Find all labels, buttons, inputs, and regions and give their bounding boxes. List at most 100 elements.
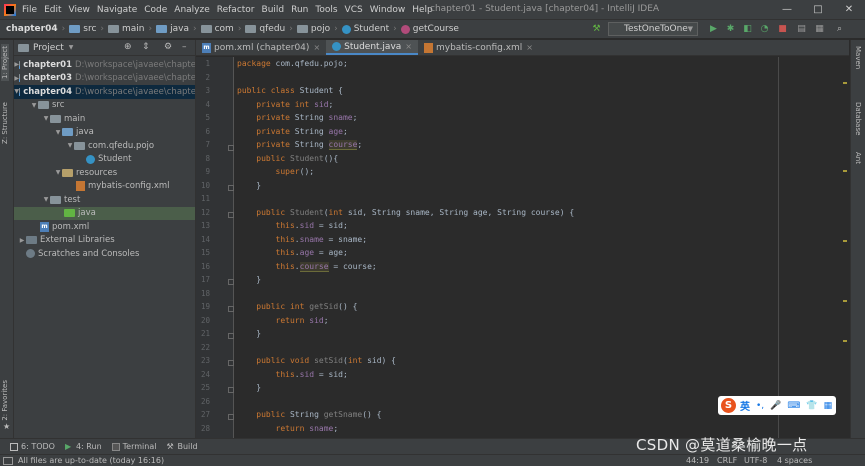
crumb-main[interactable]: main bbox=[108, 24, 145, 34]
layout-icon[interactable]: ▦ bbox=[814, 24, 825, 35]
chevron-down-icon[interactable]: ▼ bbox=[42, 115, 50, 122]
error-stripe-mark[interactable] bbox=[843, 240, 847, 242]
tab-student-java[interactable]: Student.java × bbox=[326, 40, 418, 55]
fold-marker-icon[interactable] bbox=[228, 306, 234, 312]
maximize-button[interactable]: □ bbox=[804, 2, 832, 18]
fold-marker-icon[interactable] bbox=[228, 333, 234, 339]
tab-mybatis-config[interactable]: mybatis-config.xml × bbox=[418, 40, 539, 55]
error-stripe-mark[interactable] bbox=[843, 300, 847, 302]
tree-item-student[interactable]: Student bbox=[14, 153, 195, 167]
crumb-student[interactable]: Student bbox=[341, 24, 389, 34]
fold-marker-icon[interactable] bbox=[228, 185, 234, 191]
menu-analyze[interactable]: Analyze bbox=[174, 5, 209, 15]
chevron-right-icon[interactable]: ▶ bbox=[18, 237, 26, 244]
tab-todo[interactable]: 6: TODO bbox=[10, 442, 55, 451]
locate-icon[interactable]: ⊕ bbox=[124, 42, 132, 52]
tab-terminal[interactable]: Terminal bbox=[111, 442, 156, 451]
fold-marker-icon[interactable] bbox=[228, 145, 234, 151]
crumb-com[interactable]: com bbox=[200, 24, 234, 34]
menu-navigate[interactable]: Navigate bbox=[97, 5, 137, 15]
fold-marker-icon[interactable] bbox=[228, 212, 234, 218]
microphone-icon[interactable]: 🎤 bbox=[770, 401, 781, 411]
collapse-all-icon[interactable]: ⇕ bbox=[142, 42, 150, 52]
tab-run[interactable]: ▶ 4: Run bbox=[65, 442, 102, 451]
tree-item-mybatis-config[interactable]: mybatis-config.xml bbox=[14, 180, 195, 194]
fold-marker-icon[interactable] bbox=[228, 387, 234, 393]
crumb-src[interactable]: src bbox=[69, 24, 96, 34]
tree-item-src[interactable]: ▼ src bbox=[14, 99, 195, 113]
tab-build[interactable]: ⚒ Build bbox=[166, 442, 197, 451]
close-icon[interactable]: × bbox=[313, 43, 320, 52]
chevron-down-icon[interactable]: ▼ bbox=[54, 129, 62, 136]
tree-item-scratches[interactable]: Scratches and Consoles bbox=[14, 247, 195, 261]
tree-item-external-libraries[interactable]: ▶ External Libraries bbox=[14, 234, 195, 248]
tree-item-main[interactable]: ▼ main bbox=[14, 112, 195, 126]
tree-item-test-java[interactable]: java bbox=[14, 206, 195, 220]
caret-position[interactable]: 44:19 bbox=[686, 456, 709, 465]
toolbox-icon[interactable]: ▦ bbox=[824, 401, 833, 411]
indent-setting[interactable]: 4 spaces bbox=[777, 456, 812, 465]
punctuation-icon[interactable]: •, bbox=[756, 401, 764, 411]
menu-tools[interactable]: Tools bbox=[315, 5, 337, 15]
tree-item-chapter04[interactable]: ▼ chapter04 D:\workspace\javaee\chapte bbox=[14, 85, 195, 99]
tree-item-package[interactable]: ▼ com.qfedu.pojo bbox=[14, 139, 195, 153]
chevron-down-icon[interactable]: ▼ bbox=[66, 142, 74, 149]
file-encoding[interactable]: UTF-8 bbox=[744, 456, 767, 465]
close-icon[interactable]: × bbox=[526, 43, 533, 52]
chevron-down-icon[interactable]: ▼ bbox=[54, 169, 62, 176]
menu-file[interactable]: File bbox=[22, 5, 37, 15]
menu-window[interactable]: Window bbox=[370, 5, 406, 15]
stop-icon[interactable]: ■ bbox=[777, 24, 788, 35]
coverage-icon[interactable]: ◧ bbox=[742, 24, 753, 35]
crumb-java[interactable]: java bbox=[156, 24, 189, 34]
hide-panel-icon[interactable]: – bbox=[182, 42, 187, 52]
debug-icon[interactable]: ✱ bbox=[725, 24, 736, 35]
crumb-method[interactable]: getCourse bbox=[400, 24, 459, 34]
tab-pom-xml[interactable]: m pom.xml (chapter04) × bbox=[196, 40, 326, 55]
menu-run[interactable]: Run bbox=[291, 5, 308, 15]
skin-icon[interactable]: 👕 bbox=[806, 401, 817, 411]
tab-database[interactable]: Database bbox=[854, 102, 862, 135]
close-button[interactable]: ✕ bbox=[835, 2, 863, 18]
menu-view[interactable]: View bbox=[69, 5, 90, 15]
crumb-qfedu[interactable]: qfedu bbox=[245, 24, 285, 34]
tree-item-java[interactable]: ▼ java bbox=[14, 126, 195, 140]
profile-icon[interactable]: ◔ bbox=[759, 24, 770, 35]
search-icon[interactable]: ⌕ bbox=[834, 24, 845, 35]
fold-marker-icon[interactable] bbox=[228, 360, 234, 366]
error-stripe-mark[interactable] bbox=[843, 340, 847, 342]
error-stripe-mark[interactable] bbox=[843, 82, 847, 84]
menu-code[interactable]: Code bbox=[144, 5, 167, 15]
tab-favorites-tool[interactable]: 2: Favorites bbox=[1, 380, 9, 421]
tab-project-tool[interactable]: 1: Project bbox=[1, 44, 9, 81]
fold-marker-icon[interactable] bbox=[228, 279, 234, 285]
tree-item-test[interactable]: ▼ test bbox=[14, 193, 195, 207]
tab-structure-tool[interactable]: Z: Structure bbox=[1, 102, 9, 144]
project-structure-icon[interactable]: ▤ bbox=[796, 24, 807, 35]
tab-ant[interactable]: Ant bbox=[854, 152, 862, 164]
menu-edit[interactable]: Edit bbox=[44, 5, 61, 15]
line-separator[interactable]: CRLF bbox=[717, 456, 737, 465]
run-config-select[interactable]: TestOneToOne ▼ bbox=[608, 22, 698, 36]
run-icon[interactable]: ▶ bbox=[708, 24, 719, 35]
ime-mode[interactable]: 英 bbox=[740, 398, 750, 413]
gear-icon[interactable]: ⚙ bbox=[164, 42, 172, 52]
chevron-down-icon[interactable]: ▼ bbox=[69, 44, 74, 51]
fold-marker-icon[interactable] bbox=[228, 414, 234, 420]
crumb-project[interactable]: chapter04 bbox=[6, 24, 58, 34]
minimize-button[interactable]: — bbox=[773, 2, 801, 18]
menu-refactor[interactable]: Refactor bbox=[217, 5, 255, 15]
crumb-pojo[interactable]: pojo bbox=[296, 24, 330, 34]
toggle-tool-windows-icon[interactable] bbox=[3, 457, 13, 465]
chevron-down-icon[interactable]: ▼ bbox=[42, 196, 50, 203]
sogou-logo-icon[interactable]: S bbox=[721, 398, 736, 413]
build-hammer-icon[interactable]: ⚒ bbox=[591, 24, 602, 35]
tree-item-resources[interactable]: ▼ resources bbox=[14, 166, 195, 180]
tree-item-chapter03[interactable]: ▶ chapter03 D:\workspace\javaee\chapte bbox=[14, 72, 195, 86]
chevron-down-icon[interactable]: ▼ bbox=[30, 102, 38, 109]
code-editor[interactable]: 1 2 3 4 5 6 7 8 9 10 11 12 13 14 15 16 17 18 19 20 21 22 23 24 2… bbox=[196, 57, 849, 438]
tree-item-chapter01[interactable]: ▶ chapter01 D:\workspace\javaee\chapte bbox=[14, 58, 195, 72]
menu-vcs[interactable]: VCS bbox=[345, 5, 363, 15]
menu-build[interactable]: Build bbox=[262, 5, 285, 15]
tree-item-pom[interactable]: m pom.xml bbox=[14, 220, 195, 234]
